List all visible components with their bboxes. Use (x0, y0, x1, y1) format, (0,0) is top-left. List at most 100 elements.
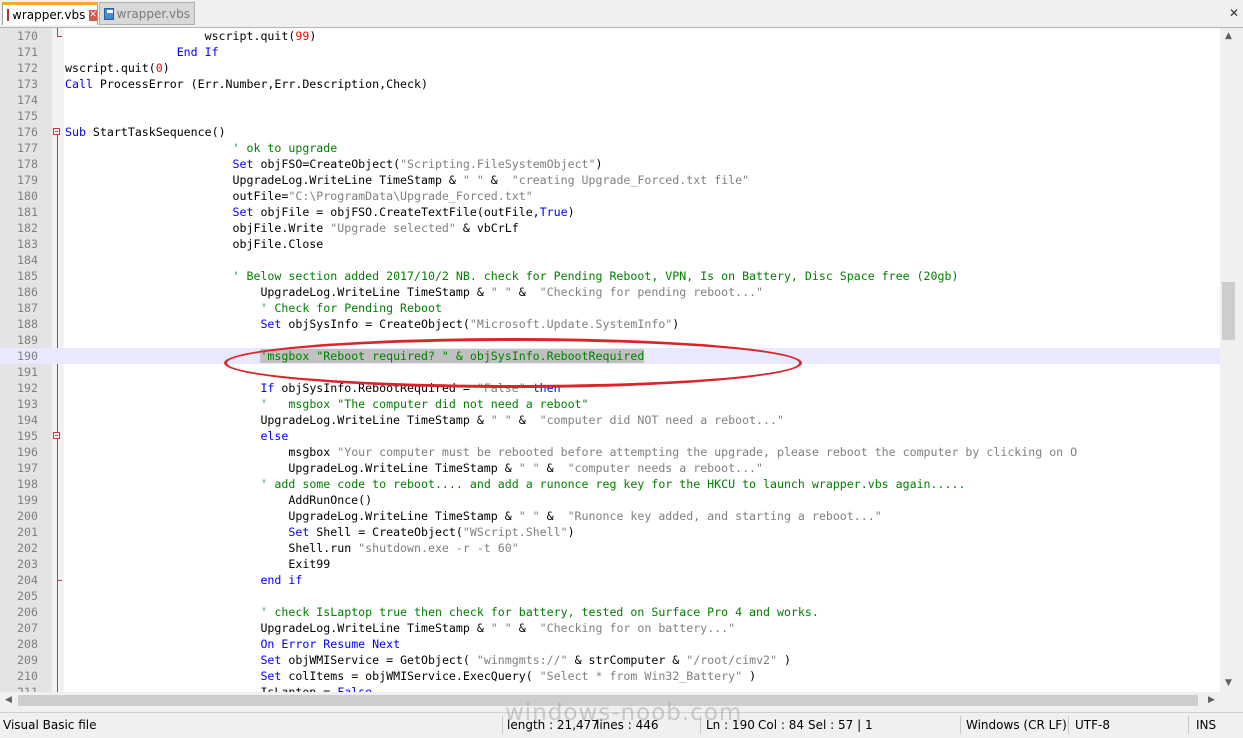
code-line[interactable]: 177 ' ok to upgrade (0, 140, 1220, 156)
code-line[interactable]: 189 (0, 332, 1220, 348)
unsaved-file-icon (7, 9, 16, 21)
scroll-down-arrow-icon[interactable]: ▼ (1220, 675, 1237, 692)
code-line[interactable]: 199 AddRunOnce() (0, 492, 1220, 508)
line-number: 202 (17, 541, 38, 555)
code-line[interactable]: 184 (0, 252, 1220, 268)
code-line[interactable]: 176 Sub StartTaskSequence() (0, 124, 1220, 140)
code-line[interactable]: 197 UpgradeLog.WriteLine TimeStamp & " "… (0, 460, 1220, 476)
code-line[interactable]: 182 objFile.Write "Upgrade selected" & v… (0, 220, 1220, 236)
line-number: 191 (17, 365, 38, 379)
code-line[interactable]: 173 Call ProcessError (Err.Number,Err.Des… (0, 76, 1220, 92)
close-tab-icon[interactable]: ✕ (89, 9, 97, 21)
code-line[interactable]: 192 If objSysInfo.RebootRequired = "Fals… (0, 380, 1220, 396)
code-line[interactable]: 200 UpgradeLog.WriteLine TimeStamp & " "… (0, 508, 1220, 524)
code-token: ) (162, 61, 170, 75)
code-line[interactable]: 170 wscript.quit(99) (0, 28, 1220, 44)
code-line[interactable]: 171 End If (0, 44, 1220, 60)
code-text: Set objFile = objFSO.CreateTextFile(outF… (65, 204, 575, 220)
code-line[interactable]: 201 Set Shell = CreateObject("WScript.Sh… (0, 524, 1220, 540)
code-token: "Select * from Win32_Battery" (539, 669, 743, 683)
code-token: "Checking for on battery..." (539, 621, 736, 635)
code-line[interactable]: 206 ' check IsLaptop true then check for… (0, 604, 1220, 620)
code-editor[interactable]: 170 wscript.quit(99) 171 End If 172 wscript… (0, 28, 1220, 692)
code-line[interactable]: 186 UpgradeLog.WriteLine TimeStamp & " "… (0, 284, 1220, 300)
code-token: & (511, 285, 540, 299)
code-line[interactable]: 190 'msgbox "Reboot required? " & objSys… (0, 348, 1220, 364)
line-number: 178 (17, 157, 38, 171)
code-line[interactable]: 180 outFile="C:\ProgramData\Upgrade_Forc… (0, 188, 1220, 204)
scroll-up-arrow-icon[interactable]: ▲ (1220, 28, 1237, 45)
code-token: UpgradeLog.WriteLine TimeStamp & (65, 509, 519, 523)
tab-wrapper-vbs-active[interactable]: wrapper.vbs ✕ (2, 2, 98, 25)
code-line[interactable]: 207 UpgradeLog.WriteLine TimeStamp & " "… (0, 620, 1220, 636)
code-line[interactable]: 211 IsLaptop = False (0, 684, 1220, 692)
code-line[interactable]: 209 Set objWMIService = GetObject( "winm… (0, 652, 1220, 668)
code-line[interactable]: 174 (0, 92, 1220, 108)
code-line[interactable]: 179 UpgradeLog.WriteLine TimeStamp & " "… (0, 172, 1220, 188)
code-line[interactable]: 194 UpgradeLog.WriteLine TimeStamp & " "… (0, 412, 1220, 428)
code-line[interactable]: 181 Set objFile = objFSO.CreateTextFile(… (0, 204, 1220, 220)
code-token: End If (176, 45, 219, 59)
code-line[interactable]: 198 ' add some code to reboot.... and ad… (0, 476, 1220, 492)
line-number: 187 (17, 301, 38, 315)
code-line[interactable]: 187 ' Check for Pending Reboot (0, 300, 1220, 316)
line-number: 200 (17, 509, 38, 523)
code-line[interactable]: 196 msgbox "Your computer must be reboot… (0, 444, 1220, 460)
code-token: outFile= (65, 189, 289, 203)
code-text: ' Below section added 2017/10/2 NB. chec… (65, 268, 959, 284)
code-token: ) (742, 669, 757, 683)
code-token: Shell.run (65, 541, 359, 555)
code-token: Set (260, 653, 282, 667)
code-token: ) (567, 525, 575, 539)
line-number: 206 (17, 605, 38, 619)
code-line[interactable]: 191 (0, 364, 1220, 380)
line-number: 179 (17, 173, 38, 187)
line-number: 176 (17, 125, 38, 139)
code-line[interactable]: 188 Set objSysInfo = CreateObject("Micro… (0, 316, 1220, 332)
code-line[interactable]: 204 end if (0, 572, 1220, 588)
code-line[interactable]: 210 Set colItems = objWMIService.ExecQue… (0, 668, 1220, 684)
code-token: "Microsoft.Update.SystemInfo" (469, 317, 673, 331)
code-line[interactable]: 185 ' Below section added 2017/10/2 NB. … (0, 268, 1220, 284)
line-number: 189 (17, 333, 38, 347)
code-token: IsLaptop = (65, 685, 338, 692)
scroll-left-arrow-icon[interactable]: ◀ (0, 692, 17, 709)
scroll-right-arrow-icon[interactable]: ▶ (1203, 692, 1220, 709)
code-line[interactable]: 203 Exit99 (0, 556, 1220, 572)
line-number: 192 (17, 381, 38, 395)
code-line[interactable]: 183 objFile.Close (0, 236, 1220, 252)
vertical-scrollbar[interactable]: ▲ ▼ (1220, 28, 1237, 692)
code-line[interactable]: 202 Shell.run "shutdown.exe -r -t 60" (0, 540, 1220, 556)
code-line[interactable]: 195 else (0, 428, 1220, 444)
code-text: End If (65, 44, 219, 60)
line-number: 172 (17, 61, 38, 75)
code-line[interactable]: 175 (0, 108, 1220, 124)
scrollbar-corner (1220, 692, 1237, 709)
code-text: objFile.Write "Upgrade selected" & vbCrL… (65, 220, 519, 236)
line-number: 194 (17, 413, 38, 427)
line-number: 171 (17, 45, 38, 59)
code-token: objFSO=CreateObject( (253, 157, 401, 171)
code-line[interactable]: 208 On Error Resume Next (0, 636, 1220, 652)
code-line[interactable]: 193 ' msgbox "The computer did not need … (0, 396, 1220, 412)
vertical-scroll-thumb[interactable] (1222, 282, 1235, 340)
tab-wrapper-vbs-inactive[interactable]: wrapper.vbs (99, 2, 195, 25)
code-line[interactable]: 178 Set objFSO=CreateObject("Scripting.F… (0, 156, 1220, 172)
code-text: UpgradeLog.WriteLine TimeStamp & " " & "… (65, 508, 881, 524)
line-number: 209 (17, 653, 38, 667)
code-line[interactable]: 205 (0, 588, 1220, 604)
code-token: & (539, 509, 568, 523)
code-text: UpgradeLog.WriteLine TimeStamp & " " & "… (65, 172, 750, 188)
line-number: 183 (17, 237, 38, 251)
code-token: ) (672, 317, 680, 331)
code-token: ' Check for Pending Reboot (260, 301, 442, 315)
code-text: ' add some code to reboot.... and add a … (65, 476, 965, 492)
close-document-icon[interactable]: ✕ (1229, 6, 1239, 20)
code-token: wscript.quit( (65, 61, 156, 75)
code-line[interactable]: 172 wscript.quit(0) (0, 60, 1220, 76)
